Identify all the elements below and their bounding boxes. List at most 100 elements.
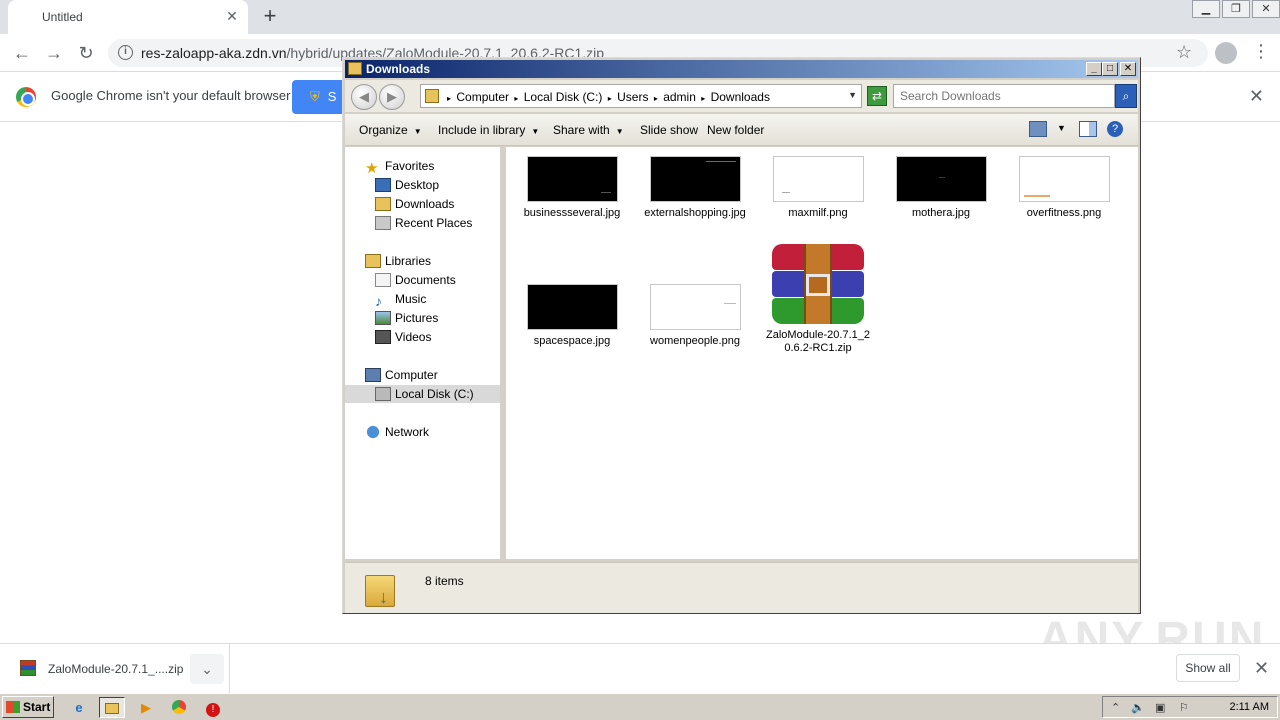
nav-libraries-label: Libraries — [385, 254, 432, 268]
search-box[interactable] — [893, 84, 1115, 108]
back-icon[interactable]: ← — [10, 41, 34, 65]
stop-sign-icon[interactable]: ! — [200, 697, 226, 718]
nav-libraries[interactable]: Libraries — [365, 252, 431, 270]
downloads-folder-icon — [425, 89, 439, 103]
volume-icon[interactable]: 🔈 — [1131, 701, 1145, 714]
file-name: maxmilf.png — [788, 207, 848, 219]
clock: 2:11 AM — [1229, 701, 1269, 713]
file-name: businessseveral.jpg — [523, 207, 621, 219]
profile-avatar-icon[interactable] — [1215, 42, 1237, 64]
close-icon[interactable]: ✕ — [1252, 0, 1280, 18]
breadcrumb-users[interactable]: Users — [617, 90, 648, 104]
desktop-icon — [375, 178, 391, 192]
tray-expand-icon[interactable]: ⌃ — [1111, 701, 1120, 714]
new-folder-button[interactable]: New folder — [707, 123, 764, 137]
share-with-button[interactable]: Share with ▼ — [553, 123, 624, 137]
chevron-down-icon[interactable]: ⌄ — [190, 654, 224, 684]
preview-pane-icon[interactable] — [1079, 121, 1097, 137]
refresh-icon[interactable]: ⇄ — [867, 86, 887, 106]
nav-music[interactable]: ♪ Music — [375, 290, 426, 308]
explorer-minimize-icon[interactable]: _ — [1086, 62, 1102, 76]
new-tab-button[interactable]: + — [258, 4, 282, 28]
explorer-forward-icon[interactable]: ▶ — [379, 84, 405, 110]
nav-music-label: Music — [395, 292, 427, 306]
explorer-address-bar[interactable]: ▸ Computer ▸ Local Disk (C:) ▸ Users ▸ a… — [420, 84, 862, 108]
command-bar: Organize ▼ Include in library ▼ Share with… — [345, 114, 1138, 146]
reload-icon[interactable]: ↻ — [74, 41, 98, 65]
system-tray: ⌃ 🔈 ▣ ⚐ 2:11 AM — [1102, 696, 1278, 718]
image-thumbnail — [895, 156, 987, 202]
site-info-icon[interactable]: i — [118, 45, 133, 60]
file-list: businessseveral.jpg externalshopping.jpg… — [506, 147, 1138, 559]
explorer-maximize-icon[interactable]: □ — [1102, 62, 1118, 76]
minimize-icon[interactable]: ▁ — [1192, 0, 1220, 18]
details-pane: ↓ 8 items — [345, 562, 1138, 613]
help-icon[interactable]: ? — [1107, 121, 1123, 137]
restore-icon[interactable]: ❐ — [1222, 0, 1250, 18]
file-item[interactable]: womenpeople.png — [639, 284, 751, 348]
nav-pictures[interactable]: Pictures — [375, 309, 438, 327]
nav-favorites[interactable]: ★ Favorites — [365, 157, 434, 176]
documents-icon — [375, 273, 391, 287]
forward-icon[interactable]: → — [42, 41, 66, 65]
search-input[interactable] — [900, 86, 1100, 106]
explorer-back-icon[interactable]: ◀ — [351, 84, 377, 110]
tab-close-icon[interactable]: ✕ — [224, 8, 240, 24]
breadcrumb-admin[interactable]: admin — [663, 90, 696, 104]
explorer-taskbar-icon[interactable] — [99, 697, 125, 718]
shelf-close-icon[interactable]: ✕ — [1254, 658, 1269, 679]
tab-title: Untitled — [42, 10, 83, 24]
nav-videos[interactable]: Videos — [375, 328, 431, 346]
media-player-icon[interactable]: ▶ — [133, 697, 159, 718]
show-all-button[interactable]: Show all — [1176, 654, 1240, 682]
network-icon — [365, 425, 381, 439]
address-dropdown-icon[interactable]: ▼ — [848, 90, 857, 100]
explorer-close-icon[interactable]: ✕ — [1120, 62, 1136, 76]
chrome-taskbar-icon[interactable] — [166, 697, 192, 718]
nav-documents[interactable]: Documents — [375, 271, 456, 289]
file-name: womenpeople.png — [650, 335, 740, 347]
explorer-window: Downloads _ □ ✕ ◀ ▶ ▸ Computer ▸ Local D… — [342, 57, 1141, 614]
internet-explorer-icon[interactable]: e — [66, 697, 92, 718]
download-item[interactable]: ZaloModule-20.7.1_....zip ⌄ — [0, 644, 230, 694]
organize-button[interactable]: Organize ▼ — [359, 123, 422, 137]
breadcrumb-downloads[interactable]: Downloads — [711, 90, 770, 104]
view-options-dropdown-icon[interactable]: ▼ — [1057, 123, 1066, 133]
image-thumbnail — [1018, 156, 1110, 202]
file-item[interactable]: mothera.jpg — [885, 156, 997, 220]
infobar-close-icon[interactable]: ✕ — [1249, 86, 1264, 107]
download-shelf: ZaloModule-20.7.1_....zip ⌄ Show all ✕ — [0, 643, 1280, 694]
tab-untitled[interactable]: Untitled ✕ — [8, 0, 248, 34]
include-in-library-button[interactable]: Include in library ▼ — [438, 123, 539, 137]
nav-desktop[interactable]: Desktop — [375, 176, 439, 194]
change-view-icon[interactable] — [1029, 121, 1047, 137]
start-button[interactable]: Start — [2, 696, 54, 718]
menu-kebab-icon[interactable]: ⋮ — [1252, 41, 1270, 62]
action-center-flag-icon[interactable]: ⚐ — [1179, 701, 1189, 714]
search-icon[interactable]: ⌕ — [1115, 84, 1137, 108]
file-item[interactable]: maxmilf.png — [762, 156, 874, 220]
file-item[interactable]: ZaloModule-20.7.1_20.6.2-RC1.zip — [762, 244, 874, 355]
explorer-titlebar[interactable]: Downloads _ □ ✕ — [345, 60, 1138, 78]
breadcrumb-local-disk[interactable]: Local Disk (C:) — [524, 90, 603, 104]
file-name: externalshopping.jpg — [644, 207, 746, 219]
breadcrumb: ▸ Computer ▸ Local Disk (C:) ▸ Users ▸ a… — [447, 90, 770, 104]
infobar-message: Google Chrome isn't your default browser — [51, 88, 291, 103]
taskbar: Start e ▶ ! ⌃ 🔈 ▣ ⚐ 2:11 AM — [0, 693, 1280, 720]
network-tray-icon[interactable]: ▣ — [1155, 701, 1165, 714]
winrar-file-icon — [20, 660, 36, 676]
breadcrumb-computer[interactable]: Computer — [456, 90, 509, 104]
slide-show-button[interactable]: Slide show — [640, 123, 698, 137]
nav-local-disk[interactable]: Local Disk (C:) — [345, 385, 500, 403]
nav-computer[interactable]: Computer — [365, 366, 438, 384]
file-item[interactable]: overfitness.png — [1008, 156, 1120, 220]
file-name: overfitness.png — [1026, 207, 1102, 219]
file-name: spacespace.jpg — [533, 335, 611, 347]
file-item[interactable]: businessseveral.jpg — [516, 156, 628, 220]
nav-recent-places[interactable]: Recent Places — [375, 214, 472, 232]
bookmark-star-icon[interactable]: ☆ — [1176, 42, 1192, 63]
nav-network[interactable]: Network — [365, 423, 429, 441]
file-item[interactable]: spacespace.jpg — [516, 284, 628, 348]
file-item[interactable]: externalshopping.jpg — [639, 156, 751, 220]
nav-downloads[interactable]: Downloads — [375, 195, 454, 213]
